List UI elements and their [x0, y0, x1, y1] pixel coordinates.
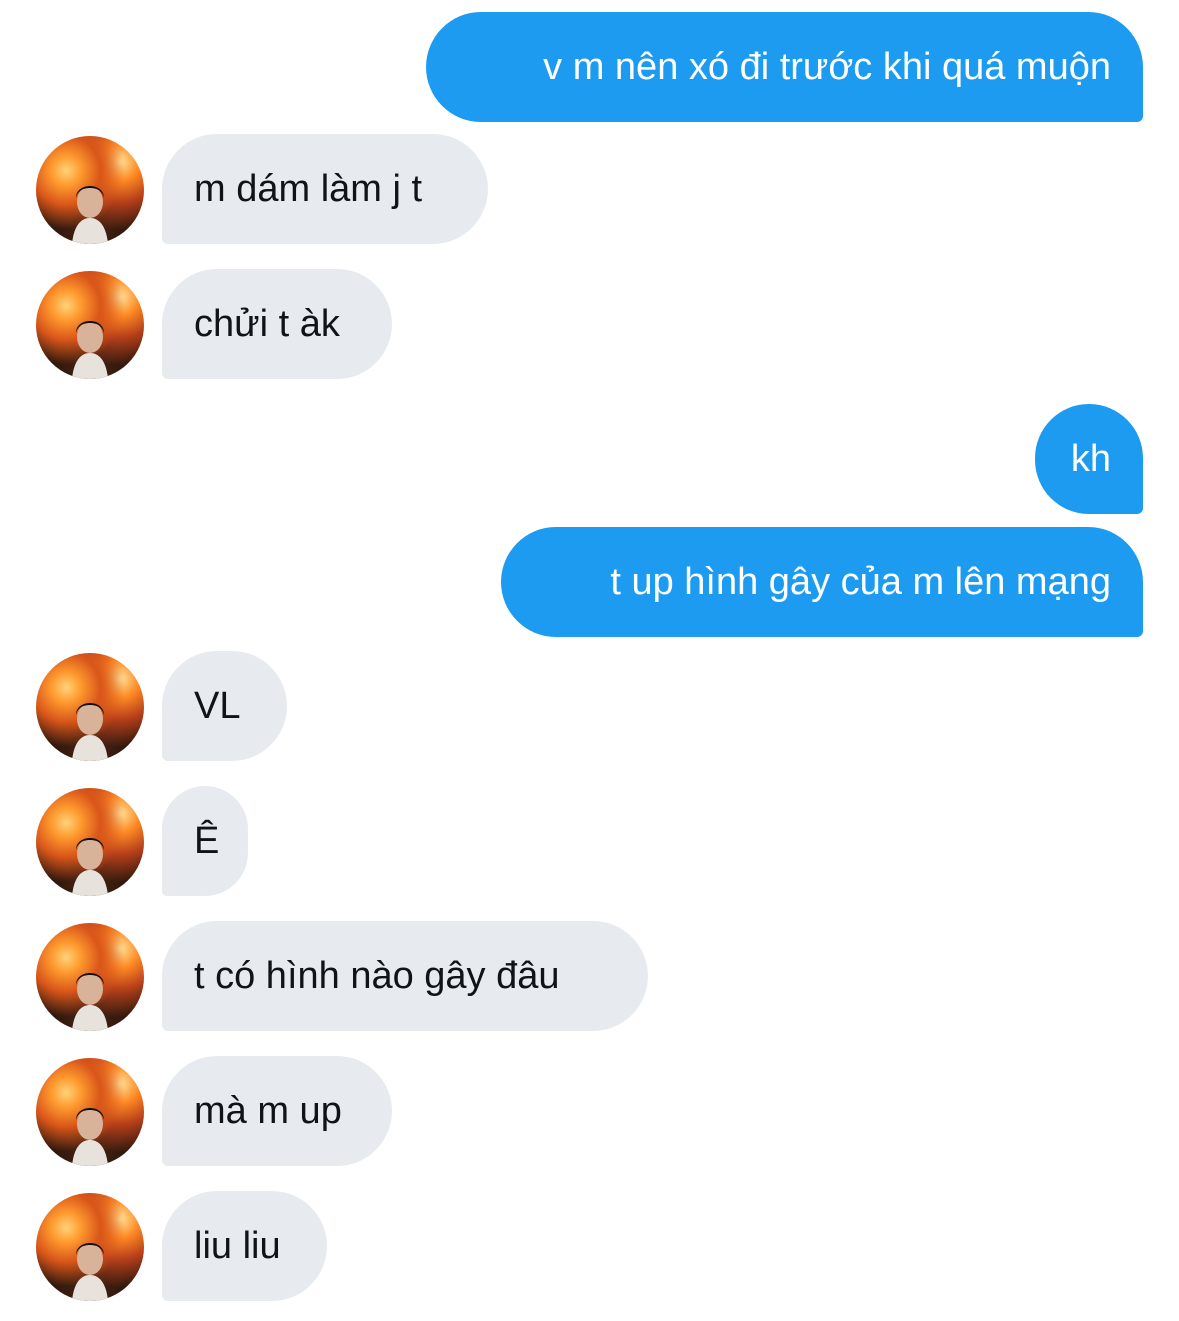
- avatar-person-icon: [72, 703, 108, 761]
- avatar-person-icon: [72, 321, 108, 379]
- sent-message-bubble[interactable]: v m nên xó đi trước khi quá muộn: [426, 12, 1143, 122]
- message-text: chửi t àk: [194, 303, 340, 345]
- avatar[interactable]: [36, 136, 144, 244]
- received-message-bubble[interactable]: m dám làm j t: [162, 134, 488, 244]
- message-text: kh: [1070, 438, 1111, 480]
- message-text: v m nên xó đi trước khi quá muộn: [543, 46, 1111, 88]
- avatar[interactable]: [36, 271, 144, 379]
- avatar[interactable]: [36, 923, 144, 1031]
- message-text: t up hình gây của m lên mạng: [610, 561, 1111, 603]
- received-message-bubble[interactable]: liu liu: [162, 1191, 327, 1301]
- received-message-bubble[interactable]: mà m up: [162, 1056, 392, 1166]
- avatar-person-icon: [72, 1243, 108, 1301]
- message-text: VL: [194, 685, 241, 727]
- sent-message-bubble[interactable]: kh: [1035, 404, 1143, 514]
- avatar-person-icon: [72, 1108, 108, 1166]
- received-message-bubble[interactable]: t có hình nào gây đâu: [162, 921, 648, 1031]
- message-text: t có hình nào gây đâu: [194, 955, 560, 997]
- avatar-person-icon: [72, 973, 108, 1031]
- avatar[interactable]: [36, 788, 144, 896]
- avatar-person-icon: [72, 838, 108, 896]
- avatar[interactable]: [36, 1193, 144, 1301]
- received-message-bubble[interactable]: chửi t àk: [162, 269, 392, 379]
- message-text: Ê: [194, 820, 220, 862]
- message-text: liu liu: [194, 1225, 281, 1267]
- avatar[interactable]: [36, 653, 144, 761]
- sent-message-bubble[interactable]: t up hình gây của m lên mạng: [501, 527, 1143, 637]
- message-thread: v m nên xó đi trước khi quá muộn m dám l…: [0, 0, 1179, 1321]
- received-message-bubble[interactable]: Ê: [162, 786, 248, 896]
- message-text: mà m up: [194, 1090, 342, 1132]
- avatar-person-icon: [72, 186, 108, 244]
- received-message-bubble[interactable]: VL: [162, 651, 287, 761]
- message-text: m dám làm j t: [194, 168, 423, 210]
- avatar[interactable]: [36, 1058, 144, 1166]
